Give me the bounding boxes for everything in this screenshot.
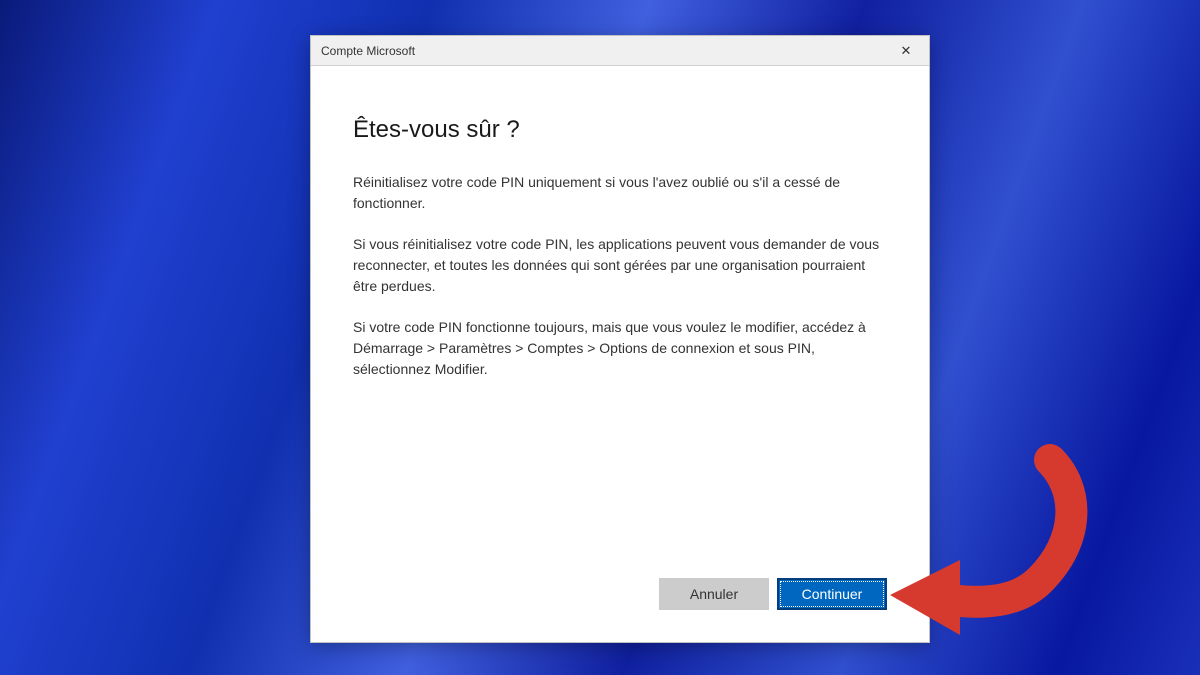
dialog-content: Êtes-vous sûr ? Réinitialisez votre code… xyxy=(311,66,929,642)
titlebar: Compte Microsoft ✕ xyxy=(311,36,929,66)
dialog-paragraph-3: Si votre code PIN fonctionne toujours, m… xyxy=(353,317,887,380)
cancel-button[interactable]: Annuler xyxy=(659,578,769,610)
dialog-paragraph-2: Si vous réinitialisez votre code PIN, le… xyxy=(353,234,887,297)
dialog-heading: Êtes-vous sûr ? xyxy=(353,116,887,144)
button-row: Annuler Continuer xyxy=(353,578,887,622)
dialog-paragraph-1: Réinitialisez votre code PIN uniquement … xyxy=(353,172,887,214)
window-title: Compte Microsoft xyxy=(321,44,415,58)
dialog-window: Compte Microsoft ✕ Êtes-vous sûr ? Réini… xyxy=(310,35,930,643)
close-button[interactable]: ✕ xyxy=(891,36,921,66)
continue-button[interactable]: Continuer xyxy=(777,578,887,610)
close-icon: ✕ xyxy=(901,43,912,59)
